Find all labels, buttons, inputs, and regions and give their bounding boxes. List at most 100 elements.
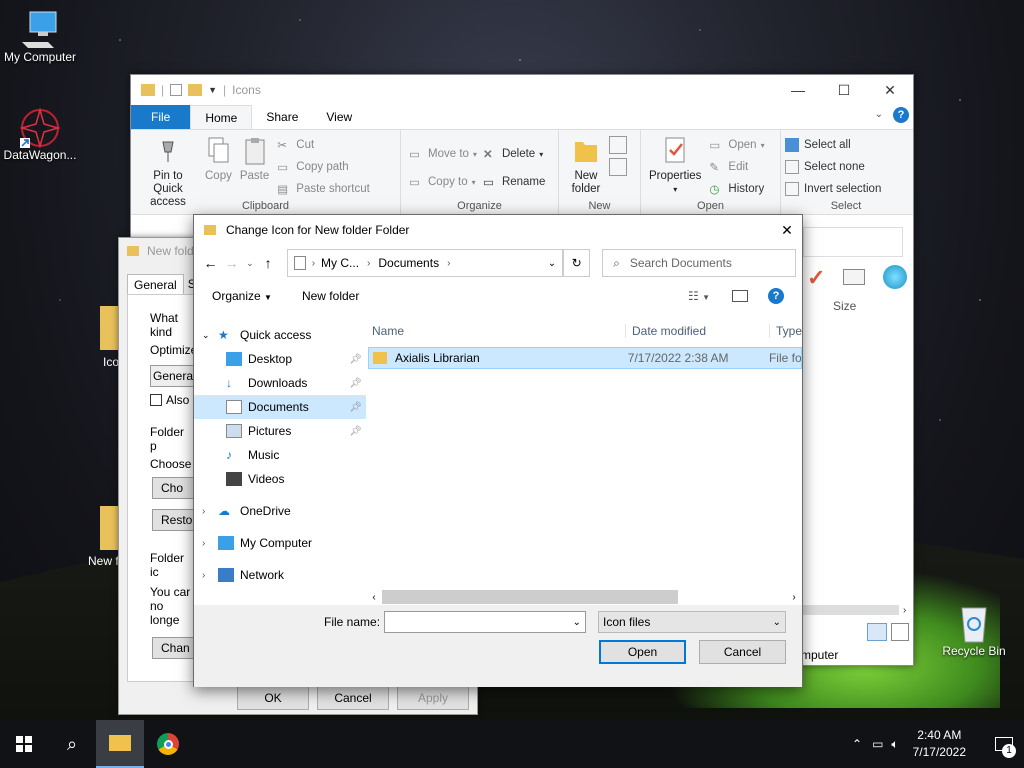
nav-quick-access[interactable]: ⌄ ★ Quick access — [194, 323, 366, 347]
delete-button[interactable]: ✕ Delete ▾ — [483, 140, 545, 168]
card-icon[interactable] — [843, 269, 865, 285]
search-icon[interactable]: ⌕ — [48, 720, 96, 768]
forward-arrow-icon[interactable]: → — [221, 255, 242, 271]
cancel-button[interactable]: Cancel — [317, 686, 389, 710]
explorer-search-box[interactable] — [803, 227, 903, 257]
dialog-close-button[interactable]: ✕ — [772, 222, 802, 239]
expand-arrow-icon[interactable]: › — [202, 570, 218, 581]
tab-general[interactable]: General — [127, 274, 184, 295]
chrome-taskbar-button[interactable] — [144, 720, 192, 768]
pin-icon[interactable]: 📌︎ — [349, 402, 362, 413]
nav-downloads[interactable]: ↓ Downloads 📌︎ — [194, 371, 366, 395]
change-icon-button[interactable]: Chan — [152, 637, 194, 659]
file-type-select[interactable]: Icon files ⌄ — [598, 611, 786, 633]
edit-button[interactable]: ✎ Edit — [709, 156, 764, 178]
nav-music[interactable]: ♪ Music — [194, 443, 366, 467]
desktop-icon-datawagon[interactable]: DataWagon... — [0, 106, 80, 162]
column-date[interactable]: Date modified — [626, 324, 770, 338]
close-button[interactable]: ✕ — [867, 75, 913, 105]
pin-icon[interactable]: 📌︎ — [349, 378, 362, 389]
help-icon[interactable]: ? — [889, 105, 913, 129]
new-folder-button[interactable]: New folder — [563, 134, 609, 210]
new-folder-qat-icon[interactable] — [188, 84, 203, 96]
nav-my-computer[interactable]: › My Computer — [194, 531, 366, 555]
qat-dropdown-icon[interactable]: ▼ — [208, 85, 217, 95]
restore-default-button[interactable]: Resto — [152, 509, 194, 531]
maximize-button[interactable]: ☐ — [821, 75, 867, 105]
view-options-icon[interactable]: ☷ ▼ — [688, 289, 710, 303]
nav-pictures[interactable]: Pictures 📌︎ — [194, 419, 366, 443]
file-name-input[interactable]: ⌄ — [384, 611, 586, 633]
details-view-icon[interactable] — [867, 623, 887, 641]
clock[interactable]: 2:40 AM 7/17/2022 — [913, 727, 966, 761]
scrollbar-thumb[interactable] — [382, 590, 678, 604]
pin-quick-access-button[interactable]: Pin to Quick access — [135, 134, 201, 210]
column-size[interactable]: Size — [833, 299, 856, 313]
pin-icon[interactable]: 📌︎ — [349, 426, 362, 437]
column-name[interactable]: Name — [366, 324, 626, 338]
expand-arrow-icon[interactable]: › — [202, 538, 218, 549]
tab-file[interactable]: File — [131, 105, 191, 129]
action-center-button[interactable]: 1 — [984, 720, 1024, 768]
checkmark-icon[interactable]: ✓ — [807, 265, 825, 291]
move-to-button[interactable]: ▭ Move to ▾ — [409, 140, 477, 168]
ribbon-collapse-icon[interactable]: ⌄ — [869, 105, 889, 129]
globe-icon[interactable] — [883, 265, 907, 289]
start-button[interactable] — [0, 720, 48, 768]
volume-icon[interactable]: 🔈︎ — [891, 737, 898, 752]
properties-button[interactable]: Properties ▾ — [645, 134, 705, 210]
nav-desktop[interactable]: Desktop 📌︎ — [194, 347, 366, 371]
ok-button[interactable]: OK — [237, 686, 309, 710]
expand-arrow-icon[interactable]: ⌄ — [202, 330, 218, 341]
address-dropdown-icon[interactable]: ⌄ — [548, 258, 556, 269]
organize-button[interactable]: Organize ▼ — [212, 289, 272, 303]
new-folder-button[interactable]: New folder — [302, 289, 359, 303]
scroll-right-icon[interactable]: › — [903, 605, 906, 616]
copy-path-button[interactable]: ▭ Copy path — [277, 156, 370, 178]
rename-button[interactable]: ▭ Rename — [483, 168, 545, 196]
network-icon[interactable]: ▭ — [872, 737, 883, 751]
dropdown-icon[interactable]: ⌄ — [773, 617, 781, 628]
cut-button[interactable]: ✂ Cut — [277, 134, 370, 156]
help-icon[interactable]: ? — [768, 288, 784, 304]
table-row[interactable]: Axialis Librarian 7/17/2022 2:38 AM File… — [368, 347, 802, 369]
nav-onedrive[interactable]: › ☁ OneDrive — [194, 499, 366, 523]
large-icons-view-icon[interactable] — [891, 623, 909, 641]
horizontal-scrollbar[interactable] — [803, 605, 899, 615]
breadcrumb-item[interactable]: Documents — [378, 256, 439, 270]
paste-button[interactable]: Paste — [236, 134, 273, 210]
nav-documents[interactable]: Documents 📌︎ — [194, 395, 366, 419]
recent-locations-icon[interactable]: ⌄ — [242, 258, 257, 269]
properties-qat-icon[interactable] — [170, 84, 183, 96]
tab-home[interactable]: Home — [190, 105, 253, 129]
apply-button[interactable]: Apply — [397, 686, 469, 710]
nav-network[interactable]: › Network — [194, 563, 366, 587]
up-arrow-icon[interactable]: ↑ — [258, 255, 279, 271]
open-button[interactable]: ▭ Open ▾ — [709, 134, 764, 156]
cancel-button[interactable]: Cancel — [699, 640, 786, 664]
nav-videos[interactable]: Videos — [194, 467, 366, 491]
new-item-icon[interactable] — [609, 136, 627, 154]
also-checkbox[interactable] — [150, 394, 162, 406]
file-explorer-taskbar-button[interactable] — [96, 720, 144, 768]
choose-file-button[interactable]: Cho — [152, 477, 194, 499]
tab-view[interactable]: View — [312, 105, 366, 129]
breadcrumb-item[interactable]: My C... — [321, 256, 359, 270]
show-hidden-icons-icon[interactable]: ⌃ — [852, 737, 862, 751]
select-all-button[interactable]: Select all — [785, 134, 881, 156]
preview-pane-icon[interactable] — [732, 290, 748, 302]
select-none-button[interactable]: Select none — [785, 156, 881, 178]
scroll-left-icon[interactable]: ‹ — [366, 592, 382, 603]
address-bar[interactable]: › My C... › Documents › ⌄ — [286, 249, 564, 277]
pin-icon[interactable]: 📌︎ — [349, 354, 362, 365]
invert-selection-button[interactable]: Invert selection — [785, 178, 881, 200]
history-button[interactable]: ◷ History — [709, 178, 764, 200]
scroll-right-icon[interactable]: › — [786, 592, 802, 603]
expand-arrow-icon[interactable]: › — [202, 506, 218, 517]
refresh-icon[interactable]: ↻ — [563, 249, 591, 277]
paste-shortcut-button[interactable]: ▤ Paste shortcut — [277, 178, 370, 200]
column-type[interactable]: Type — [770, 324, 802, 338]
copy-button[interactable]: Copy — [201, 134, 236, 210]
easy-access-icon[interactable] — [609, 158, 627, 176]
back-arrow-icon[interactable]: ← — [200, 255, 221, 271]
